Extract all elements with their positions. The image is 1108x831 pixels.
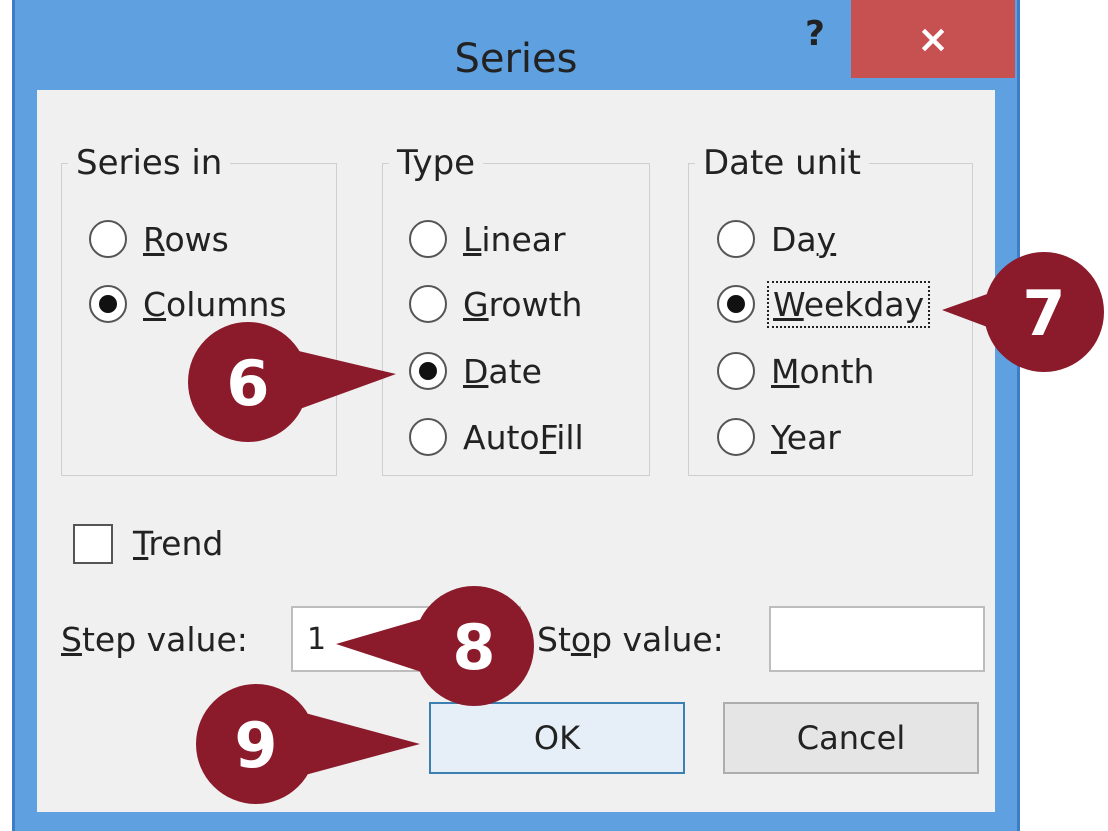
- stop-value-input[interactable]: [769, 606, 985, 672]
- stop-value-label: Stop value:: [537, 620, 724, 659]
- series-in-legend: Series in: [76, 143, 223, 183]
- trend-label[interactable]: Trend: [133, 524, 223, 563]
- radio-month[interactable]: Month: [717, 346, 874, 396]
- help-button[interactable]: ?: [795, 14, 835, 64]
- trend-checkbox[interactable]: [73, 524, 113, 564]
- radio-autofill[interactable]: AutoFill: [409, 412, 584, 462]
- callout-9: 9: [196, 684, 420, 804]
- radio-autofill-label: AutoFill: [463, 417, 584, 457]
- radio-growth-label: Growth: [463, 284, 583, 324]
- radio-rows-label: Rows: [143, 219, 229, 259]
- radio-month-label: Month: [771, 351, 875, 391]
- radio-date-label: Date: [463, 351, 542, 391]
- radio-year-label: Year: [771, 417, 841, 457]
- radio-growth-circle[interactable]: [409, 285, 447, 323]
- radio-weekday[interactable]: Weekday: [717, 279, 931, 329]
- radio-year-circle[interactable]: [717, 418, 755, 456]
- callout-6-number: 6: [226, 347, 269, 420]
- radio-day-label: Day: [771, 219, 837, 259]
- radio-linear-label: Linear: [463, 219, 566, 259]
- radio-rows[interactable]: Rows: [89, 214, 229, 264]
- radio-linear-circle[interactable]: [409, 220, 447, 258]
- radio-date-circle[interactable]: [409, 352, 447, 390]
- radio-month-circle[interactable]: [717, 352, 755, 390]
- callout-7: 7: [942, 252, 1104, 372]
- radio-day[interactable]: Day: [717, 214, 836, 264]
- callout-7-number: 7: [1022, 277, 1065, 350]
- radio-day-circle[interactable]: [717, 220, 755, 258]
- radio-weekday-label: Weekday: [766, 280, 931, 328]
- callout-8-number: 8: [452, 611, 495, 684]
- callout-6: 6: [188, 322, 396, 442]
- step-value-label: Step value:: [61, 620, 248, 659]
- radio-weekday-circle[interactable]: [717, 285, 755, 323]
- close-button[interactable]: ×: [851, 0, 1015, 78]
- radio-rows-circle[interactable]: [89, 220, 127, 258]
- radio-year[interactable]: Year: [717, 412, 841, 462]
- radio-linear[interactable]: Linear: [409, 214, 566, 264]
- radio-growth[interactable]: Growth: [409, 279, 582, 329]
- radio-autofill-circle[interactable]: [409, 418, 447, 456]
- type-legend: Type: [397, 143, 476, 183]
- title-bar: Series ? ×: [15, 0, 1017, 82]
- close-icon: ×: [917, 17, 949, 61]
- radio-columns-circle[interactable]: [89, 285, 127, 323]
- cancel-button[interactable]: Cancel: [723, 702, 979, 774]
- callout-9-number: 9: [234, 709, 277, 782]
- date-unit-legend: Date unit: [703, 143, 861, 183]
- radio-date[interactable]: Date: [409, 346, 542, 396]
